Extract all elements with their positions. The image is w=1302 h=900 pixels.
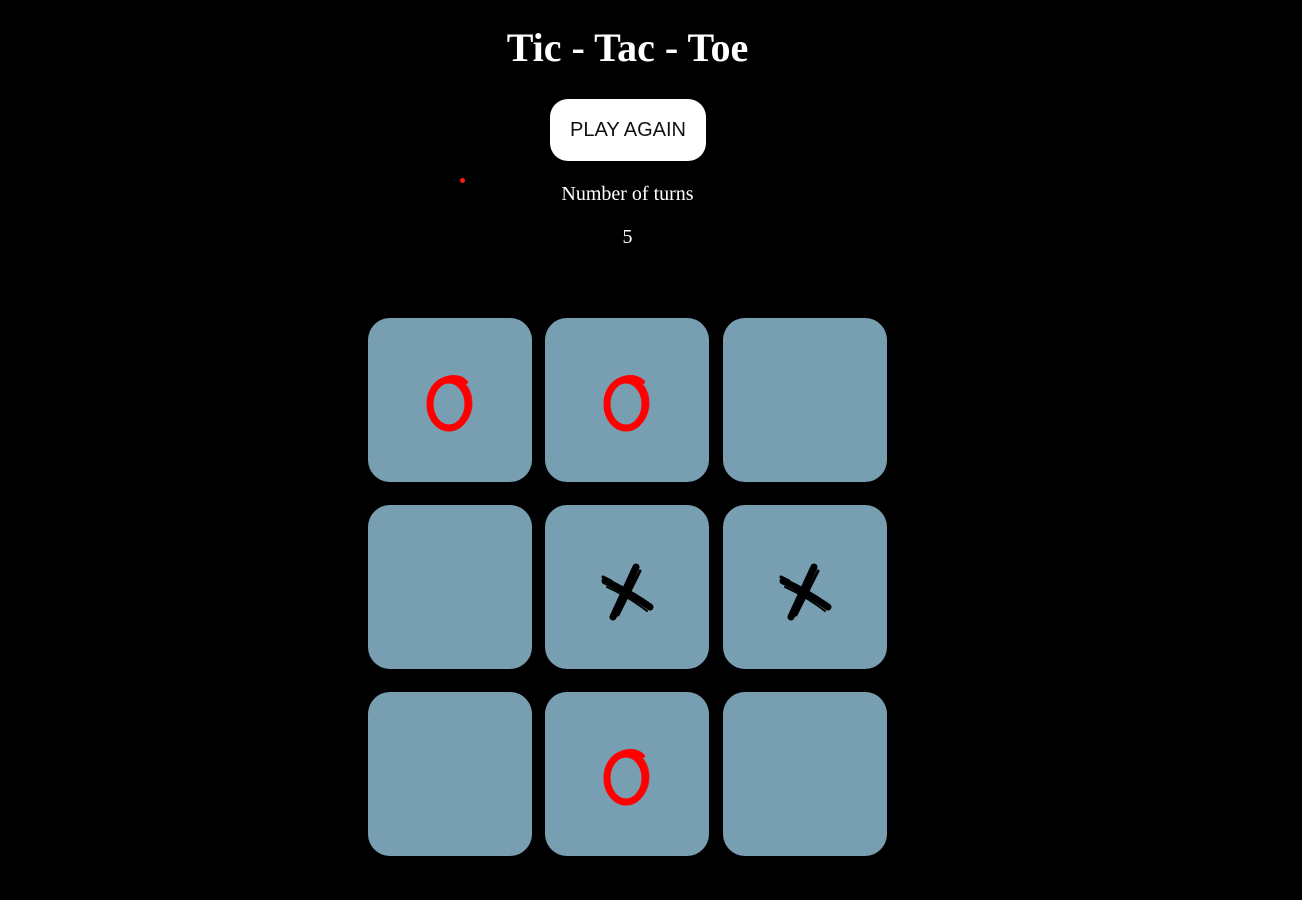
board-cell-5[interactable] [545,505,709,669]
x-mark-icon [601,563,654,621]
play-again-button[interactable]: PLAY AGAIN [550,99,706,161]
board-cell-9[interactable] [723,692,887,856]
o-mark-icon [603,375,650,432]
o-mark-icon [603,749,650,806]
board-cell-1[interactable] [368,318,532,482]
turns-label: Number of turns [561,183,694,205]
game-board [368,318,887,856]
page-title: Tic - Tac - Toe [506,25,749,70]
board-cell-3[interactable] [723,318,887,482]
board-cell-6[interactable] [723,505,887,669]
board-cell-7[interactable] [368,692,532,856]
x-mark-icon [779,563,832,621]
turns-count: 5 [622,226,633,248]
board-cell-4[interactable] [368,505,532,669]
board-cell-2[interactable] [545,318,709,482]
board-cell-8[interactable] [545,692,709,856]
o-mark-icon [426,375,473,432]
